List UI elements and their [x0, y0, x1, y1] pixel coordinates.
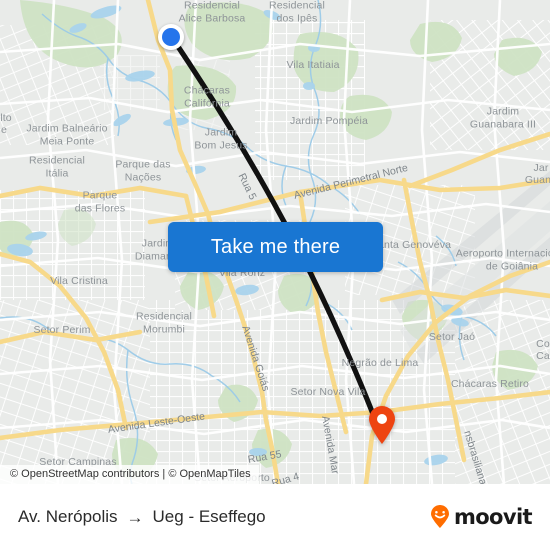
- map-attribution[interactable]: © OpenStreetMap contributors | © OpenMap…: [0, 465, 259, 484]
- trip-destination-label: Ueg - Eseffego: [152, 507, 266, 526]
- origin-dot: [162, 28, 180, 46]
- moovit-pin-smiley-icon: [430, 505, 449, 528]
- moovit-wordmark: moovit: [453, 505, 533, 529]
- bottom-bar: Av. Nerópolis → Ueg - Eseffego moovit: [0, 484, 550, 550]
- arrow-right-icon: →: [126, 507, 144, 527]
- take-me-there-button[interactable]: Take me there: [168, 222, 383, 272]
- map-pin-icon: [369, 406, 395, 444]
- moovit-logo[interactable]: moovit: [428, 505, 533, 529]
- origin-marker-icon[interactable]: [158, 24, 184, 50]
- map-canvas[interactable]: Residencial Alice Barbosa Residencial dos…: [0, 0, 550, 484]
- destination-marker-icon[interactable]: [367, 405, 397, 450]
- map-screen: Residencial Alice Barbosa Residencial dos…: [0, 0, 550, 550]
- trip-origin-label: Av. Nerópolis: [18, 507, 118, 526]
- trip-summary: Av. Nerópolis → Ueg - Eseffego: [18, 507, 266, 527]
